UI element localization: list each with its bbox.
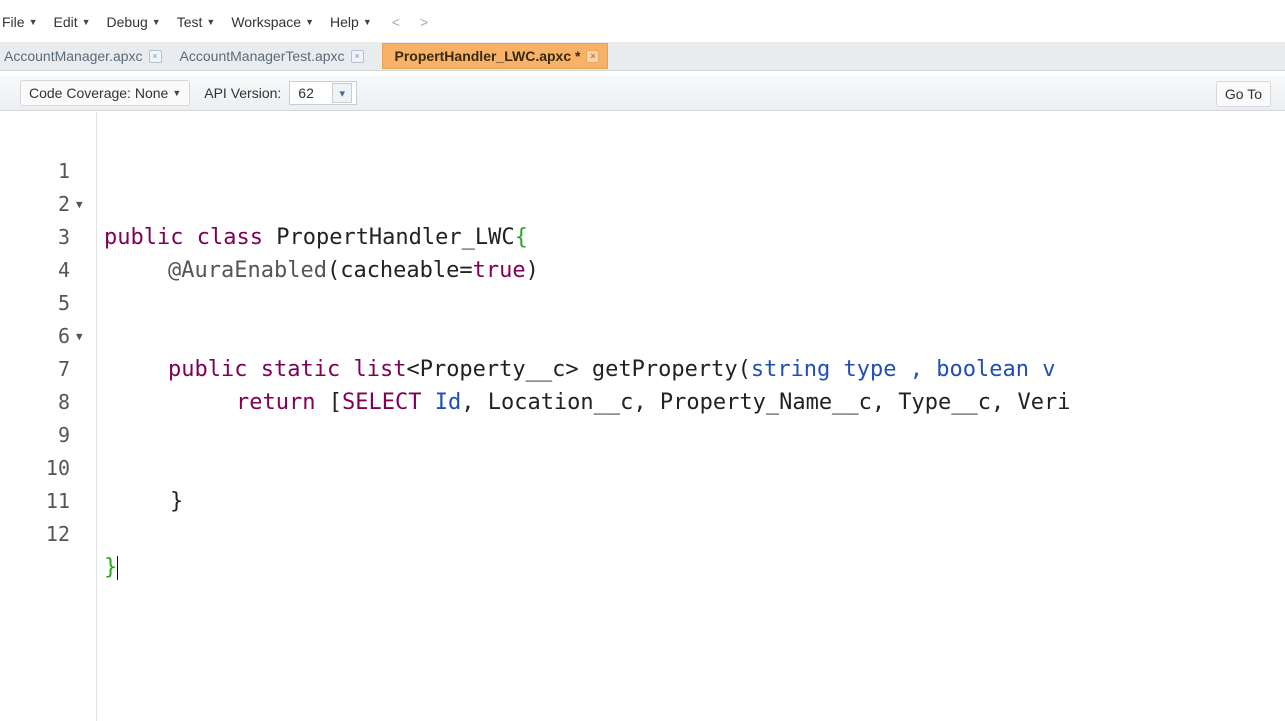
- api-version-value: 62: [298, 85, 314, 101]
- api-version-select[interactable]: 62 ▾: [289, 81, 358, 105]
- menu-label: Workspace: [231, 14, 302, 30]
- menu-label: File: [2, 14, 25, 30]
- chevron-down-icon: ▾: [332, 83, 353, 103]
- go-to-label: Go To: [1224, 86, 1262, 102]
- menu-bar: File ▼ Edit ▼ Debug ▼ Test ▼ Workspace ▼ Help…: [0, 8, 1285, 36]
- code-line: 5 ▼ public static list<Property__c> getP…: [0, 254, 1056, 382]
- file-tab-bar: AccountManager.apxc × AccountManagerTest…: [0, 42, 1285, 71]
- menu-label: Debug: [106, 14, 148, 30]
- code-coverage-dropdown[interactable]: Code Coverage: None ▼: [20, 80, 191, 106]
- code-line: 2: [0, 155, 70, 216]
- close-icon[interactable]: ×: [148, 49, 162, 63]
- tab-label: PropertHandler_LWC.apxc *: [394, 48, 581, 64]
- code-line: 1 ▼ public class PropertHandler_LWC{: [0, 122, 528, 250]
- go-to-button[interactable]: Go To: [1215, 81, 1271, 107]
- back-arrow-icon[interactable]: <: [392, 14, 400, 30]
- tab-label: AccountManagerTest.apxc: [179, 48, 345, 64]
- tab-account-manager-test[interactable]: AccountManagerTest.apxc ×: [176, 44, 372, 68]
- code-line: 12 }: [0, 485, 119, 580]
- menu-file[interactable]: File ▼: [0, 14, 41, 30]
- close-icon[interactable]: ×: [350, 49, 364, 63]
- chevron-down-icon: ▼: [151, 17, 161, 27]
- forward-arrow-icon[interactable]: >: [420, 14, 428, 30]
- code-line: 10 }: [0, 419, 183, 514]
- chevron-down-icon: ▼: [172, 88, 182, 98]
- chevron-down-icon: ▼: [81, 17, 91, 27]
- menu-test[interactable]: Test ▼: [171, 14, 220, 30]
- editor-toolbar: Code Coverage: None ▼ API Version: 62 ▾ …: [0, 76, 1285, 111]
- code-coverage-label: Code Coverage: None: [29, 85, 169, 101]
- code-line: 3 @AuraEnabled(cacheable=true): [0, 188, 539, 283]
- menu-help[interactable]: Help ▼: [324, 14, 376, 30]
- chevron-down-icon: ▼: [206, 17, 216, 27]
- chevron-down-icon: ▼: [28, 17, 38, 27]
- menu-label: Test: [176, 14, 203, 30]
- code-line: 11: [0, 452, 70, 513]
- fold-arrow-icon[interactable]: ▼: [76, 188, 83, 221]
- code-line: 7 return [SELECT Id, Location__c, Proper…: [0, 320, 1071, 415]
- menu-label: Edit: [53, 14, 78, 30]
- code-editor[interactable]: 1 ▼ public class PropertHandler_LWC{ 2 3…: [0, 112, 1285, 721]
- tab-label: AccountManager.apxc: [4, 48, 143, 64]
- close-icon[interactable]: ×: [586, 49, 600, 63]
- chevron-down-icon: ▼: [362, 17, 372, 27]
- menu-debug[interactable]: Debug ▼: [101, 14, 165, 30]
- tab-propert-handler-lwc[interactable]: PropertHandler_LWC.apxc * ×: [381, 43, 609, 69]
- chevron-down-icon: ▼: [305, 17, 315, 27]
- code-line: 8: [0, 353, 70, 414]
- code-line: 6: [0, 287, 70, 348]
- code-line: 9: [0, 386, 70, 447]
- tab-account-manager[interactable]: AccountManager.apxc ×: [0, 44, 170, 68]
- code-line: 4: [0, 221, 70, 282]
- menu-label: Help: [330, 14, 359, 30]
- api-version-label: API Version:: [204, 85, 282, 101]
- line-number: 12: [45, 522, 70, 546]
- menu-edit[interactable]: Edit ▼: [47, 14, 94, 30]
- menu-workspace[interactable]: Workspace ▼: [225, 14, 318, 30]
- fold-arrow-icon[interactable]: ▼: [76, 320, 83, 353]
- text-cursor: [117, 556, 119, 580]
